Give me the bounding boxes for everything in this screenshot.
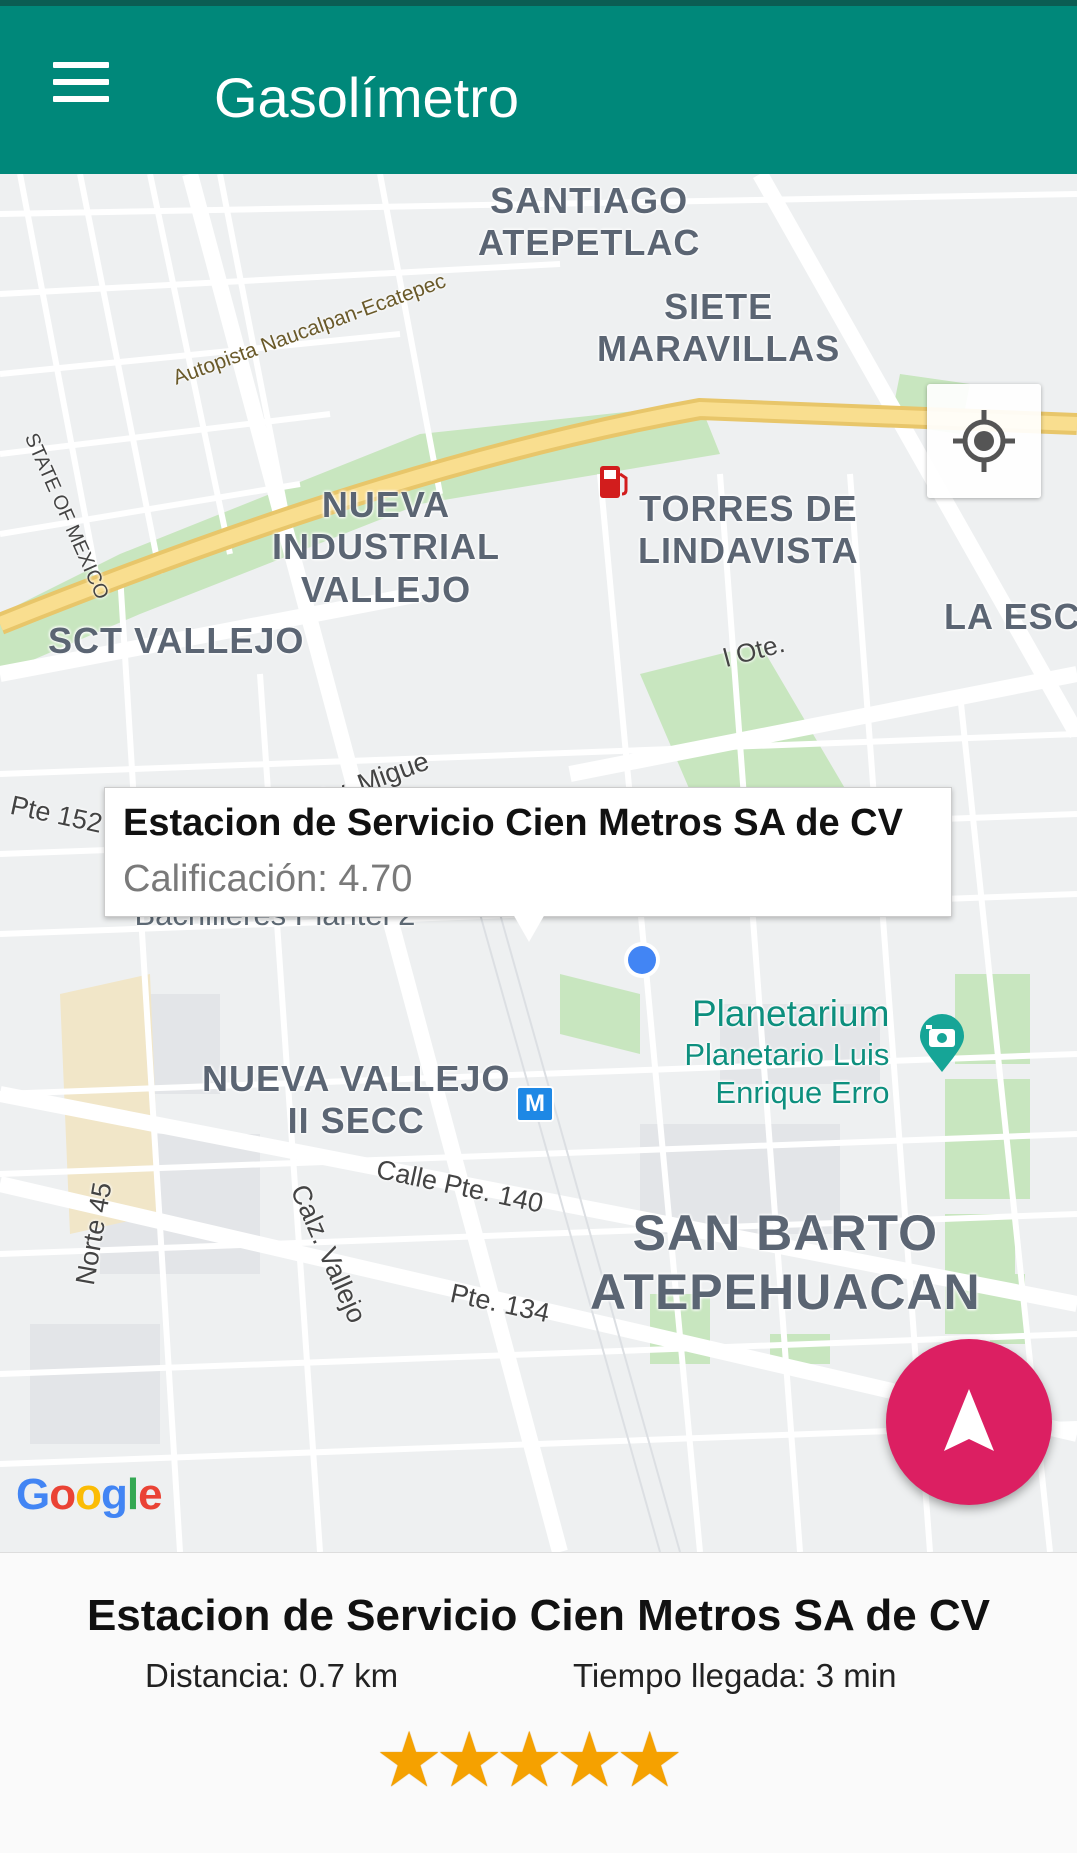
rating-stars: ★★★★★ <box>375 1723 705 1799</box>
area-label-sct: SCT VALLEJO <box>48 620 305 661</box>
app-title: Gasolímetro <box>214 66 519 129</box>
star-icon: ★ <box>495 1718 564 1803</box>
gas-station-icon[interactable] <box>598 460 632 500</box>
bottom-sheet: Estacion de Servicio Cien Metros SA de C… <box>0 1552 1077 1853</box>
navigate-button[interactable] <box>886 1339 1052 1505</box>
area-label-nueva-industrial: NUEVA INDUSTRIAL VALLEJO <box>272 484 500 610</box>
area-label-santiago: SANTIAGO ATEPETLAC <box>478 180 701 264</box>
info-window-rating: Calificación: 4.70 <box>123 858 413 900</box>
area-label-torres: TORRES DE LINDAVISTA <box>638 488 859 572</box>
info-window-title: Estacion de Servicio Cien Metros SA de C… <box>123 802 903 844</box>
star-icon: ★ <box>615 1718 684 1803</box>
my-location-icon <box>953 410 1015 472</box>
app-bar: Gasolímetro <box>0 6 1077 174</box>
station-title: Estacion de Servicio Cien Metros SA de C… <box>86 1591 991 1640</box>
distance-label: Distancia: 0.7 km <box>145 1657 399 1694</box>
poi-planetarium[interactable]: Planetarium Planetario Luis Enrique Erro <box>680 992 889 1111</box>
camera-icon[interactable] <box>916 1014 968 1074</box>
menu-icon[interactable] <box>40 60 120 134</box>
metro-icon[interactable]: M <box>516 1086 554 1122</box>
navigation-icon <box>944 1389 994 1451</box>
info-window[interactable]: Estacion de Servicio Cien Metros SA de C… <box>104 787 952 917</box>
area-label-nueva-vallejo: NUEVA VALLEJO II SECC <box>202 1058 511 1142</box>
my-location-button[interactable] <box>927 384 1041 498</box>
poi-planetarium-type: Planetarium <box>692 993 890 1034</box>
eta-label: Tiempo llegada: 3 min <box>573 1657 897 1694</box>
star-icon: ★ <box>435 1718 504 1803</box>
area-label-la-esca: LA ESCA <box>944 596 1077 637</box>
star-icon: ★ <box>375 1718 444 1803</box>
google-logo: Google <box>16 1470 163 1519</box>
info-window-pointer <box>513 914 545 942</box>
area-label-san-barto: SAN BARTO ATEPEHUACAN <box>590 1205 981 1320</box>
user-location-icon <box>628 946 656 974</box>
poi-planetarium-name: Planetario Luis Enrique Erro <box>684 1037 890 1110</box>
area-label-siete: SIETE MARAVILLAS <box>597 286 841 370</box>
star-icon: ★ <box>555 1718 624 1803</box>
